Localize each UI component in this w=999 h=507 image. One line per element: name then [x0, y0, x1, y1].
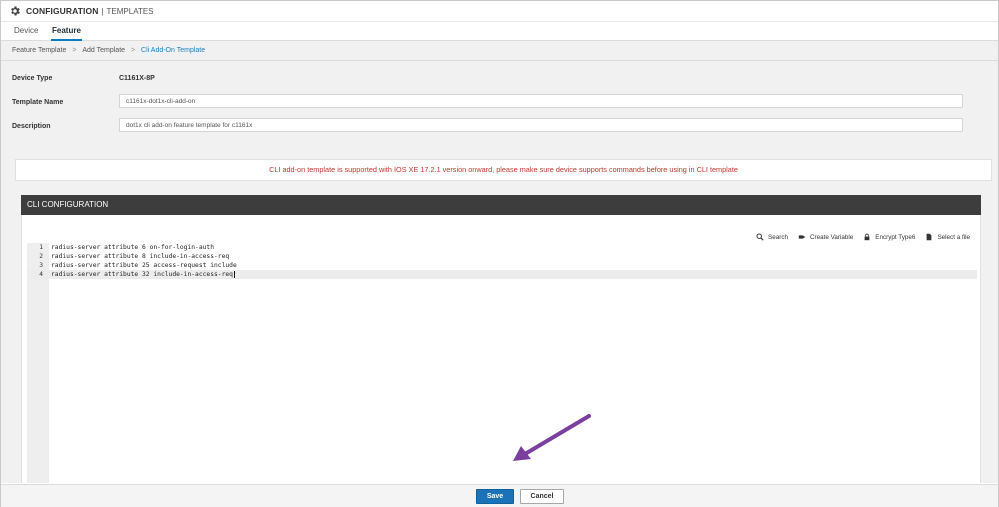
search-icon	[756, 233, 764, 241]
tab-device[interactable]: Device	[13, 25, 39, 39]
code-line: 2 radius-server attribute 8 include-in-a…	[27, 252, 977, 261]
page-subtitle: TEMPLATES	[106, 6, 154, 16]
line-number: 3	[39, 262, 43, 269]
page-title: CONFIGURATION	[26, 6, 99, 16]
annotation-arrow-icon	[513, 414, 591, 461]
breadcrumb-add-template[interactable]: Add Template	[82, 47, 125, 54]
code-text-active: radius-server attribute 32 include-in-ac…	[51, 270, 235, 279]
top-bar: CONFIGURATION | TEMPLATES	[1, 1, 998, 22]
cli-config-header: CLI CONFIGURATION	[21, 195, 981, 215]
page-title-separator: |	[101, 6, 104, 16]
create-variable-label: Create Variable	[810, 233, 854, 241]
breadcrumb-separator: >	[131, 47, 136, 54]
text-caret	[233, 270, 235, 278]
footer-bar: Save Cancel	[1, 484, 998, 507]
code-text: radius-server attribute 6 on-for-login-a…	[51, 244, 215, 251]
line-number: 2	[39, 253, 43, 260]
encrypt-type6-label: Encrypt Type6	[875, 233, 916, 241]
template-name-label: Template Name	[12, 99, 64, 106]
divider	[1, 60, 998, 61]
encrypt-type6-button[interactable]: Encrypt Type6	[863, 233, 915, 241]
line-number: 1	[39, 244, 43, 251]
code-text: radius-server attribute 25 access-reques…	[51, 262, 237, 269]
search-label: Search	[768, 233, 788, 241]
save-button[interactable]: Save	[476, 489, 514, 504]
template-name-input[interactable]: c1161x-dot1x-cli-add-on	[119, 94, 963, 108]
code-text: radius-server attribute 8 include-in-acc…	[51, 253, 230, 260]
breadcrumb-feature-template[interactable]: Feature Template	[12, 47, 66, 54]
line-number: 4	[39, 271, 43, 278]
breadcrumb: Feature Template > Add Template > Cli Ad…	[12, 47, 205, 54]
code-text: radius-server attribute 32 include-in-ac…	[51, 271, 233, 278]
breadcrumb-current: Cli Add-On Template	[141, 47, 206, 54]
device-type-value: C1161X-8P	[119, 75, 155, 82]
code-line-active: 4 radius-server attribute 32 include-in-…	[27, 270, 977, 279]
cancel-button[interactable]: Cancel	[520, 489, 564, 504]
code-line: 1 radius-server attribute 6 on-for-login…	[27, 243, 977, 252]
main-content: Feature Template > Add Template > Cli Ad…	[1, 41, 998, 483]
tag-icon	[798, 235, 806, 239]
code-line: 3 radius-server attribute 25 access-requ…	[27, 261, 977, 270]
cli-code-editor[interactable]: 1 radius-server attribute 6 on-for-login…	[27, 243, 977, 483]
select-file-label: Select a file	[937, 233, 970, 241]
breadcrumb-separator: >	[72, 47, 77, 54]
description-input[interactable]: dot1x cli add-on feature template for c1…	[119, 118, 963, 132]
description-label: Description	[12, 123, 51, 130]
create-variable-button[interactable]: Create Variable	[798, 233, 853, 241]
file-icon	[927, 233, 932, 241]
cli-toolbar: Search Create Variable Encrypt Type6 Sel…	[756, 233, 970, 241]
tab-feature[interactable]: Feature	[51, 25, 82, 41]
gear-icon	[11, 6, 20, 16]
notice-banner: CLI add-on template is supported with IO…	[15, 159, 992, 181]
select-file-button[interactable]: Select a file	[925, 233, 970, 241]
cli-config-panel: Search Create Variable Encrypt Type6 Sel…	[21, 215, 981, 483]
search-button[interactable]: Search	[756, 233, 788, 241]
device-type-label: Device Type	[12, 75, 53, 82]
lock-icon	[864, 233, 870, 241]
tab-bar: Device Feature	[1, 22, 998, 41]
